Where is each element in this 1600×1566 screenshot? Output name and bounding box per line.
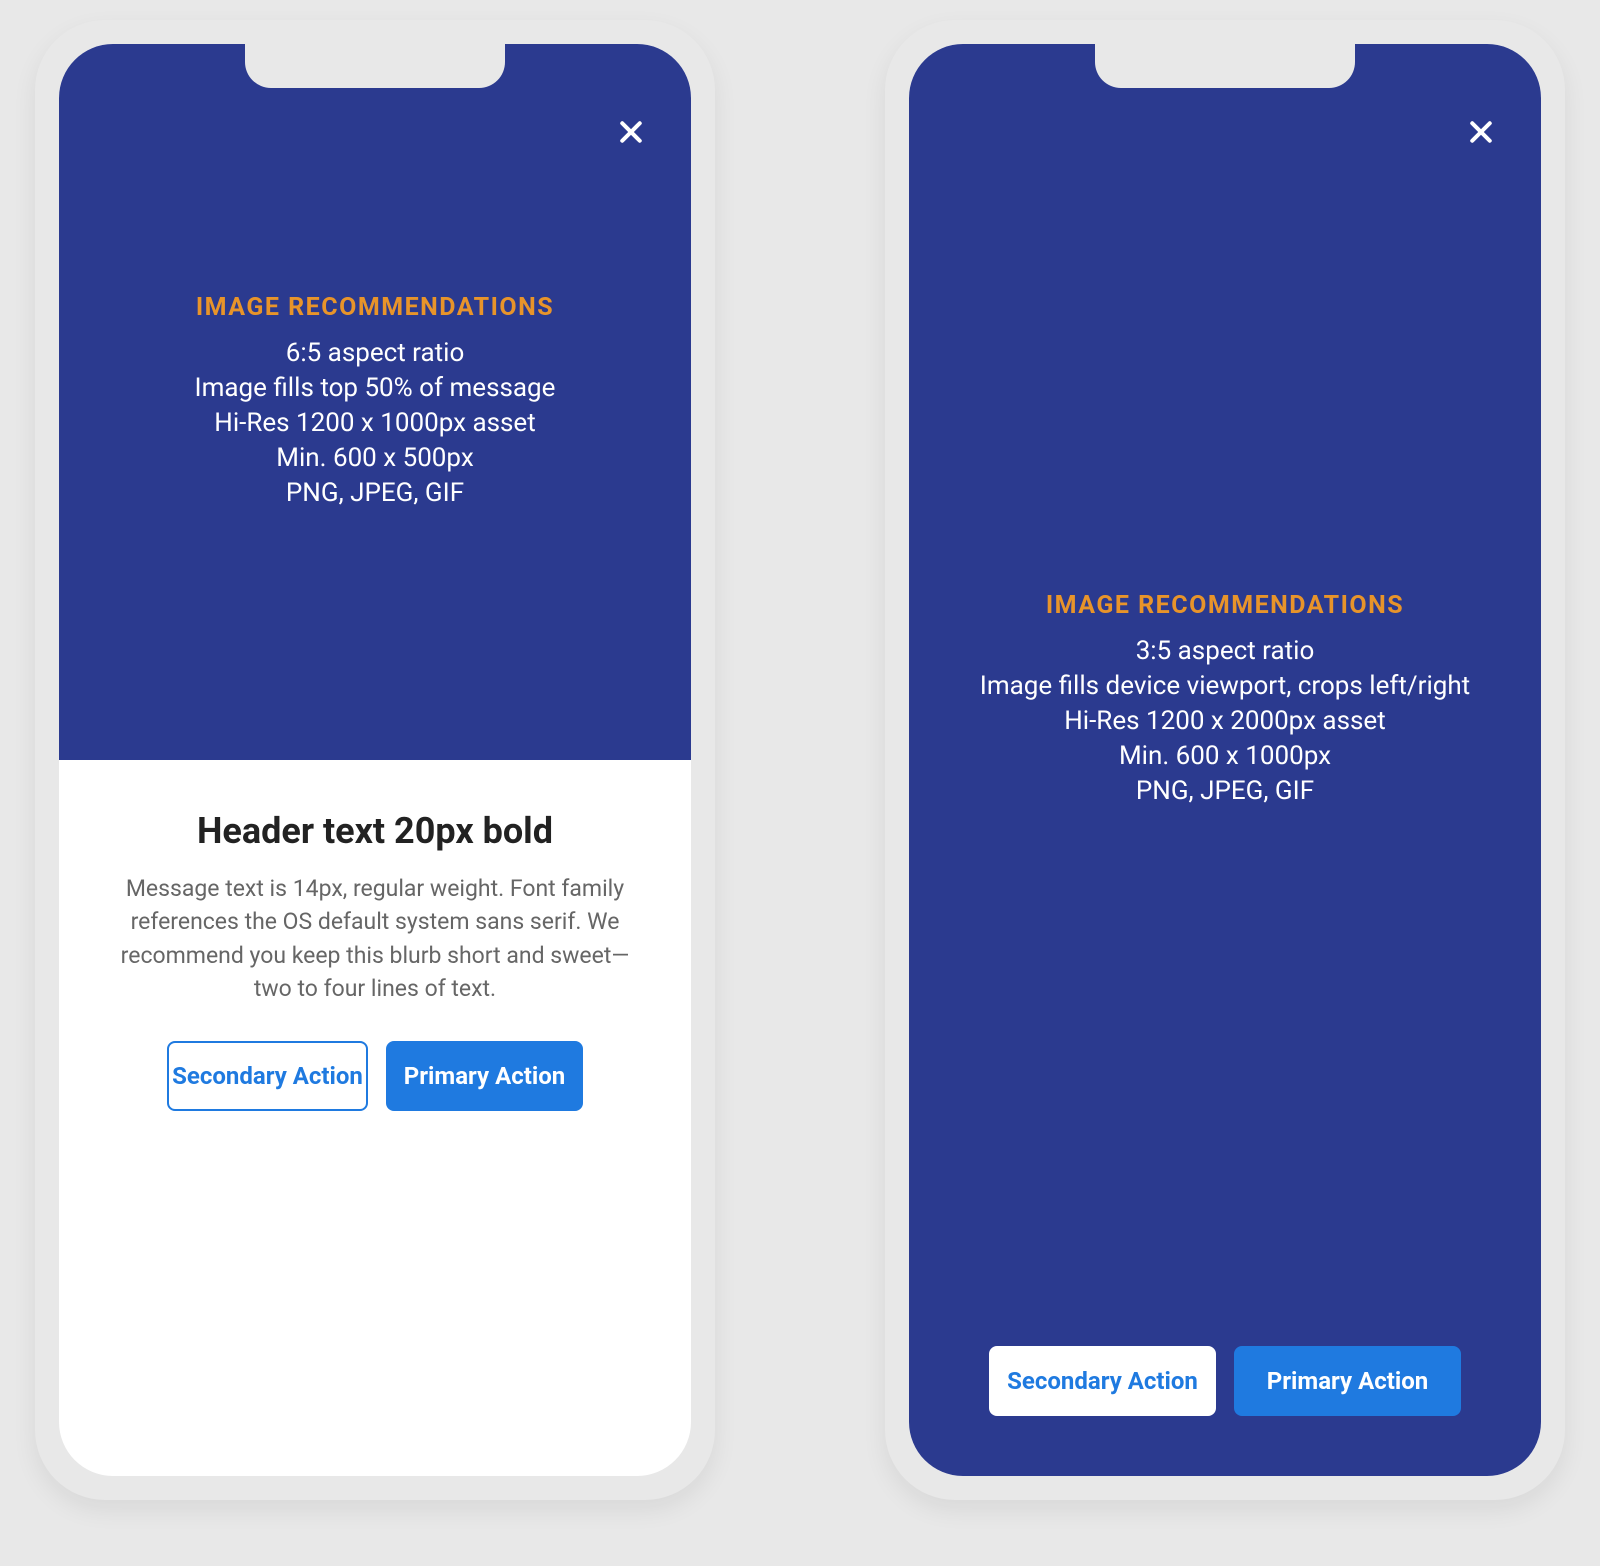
recommendation-line: Image fills top 50% of message (195, 371, 556, 406)
button-row: Secondary Action Primary Action (909, 1346, 1541, 1416)
fullscreen-image-area: IMAGE RECOMMENDATIONS 3:5 aspect ratio I… (909, 44, 1541, 1476)
recommendation-line: PNG, JPEG, GIF (286, 476, 464, 511)
recommendation-line: 6:5 aspect ratio (286, 336, 465, 371)
phone-screen-left: IMAGE RECOMMENDATIONS 6:5 aspect ratio I… (59, 44, 691, 1476)
phone-mockup-right: IMAGE RECOMMENDATIONS 3:5 aspect ratio I… (885, 20, 1565, 1500)
secondary-action-button[interactable]: Secondary Action (167, 1041, 368, 1111)
button-label: Primary Action (1267, 1367, 1428, 1395)
device-notch (245, 44, 505, 88)
phone-screen-right: IMAGE RECOMMENDATIONS 3:5 aspect ratio I… (909, 44, 1541, 1476)
image-placeholder-area: IMAGE RECOMMENDATIONS 6:5 aspect ratio I… (59, 44, 691, 760)
primary-action-button[interactable]: Primary Action (386, 1041, 583, 1111)
recommendation-line: Min. 600 x 1000px (980, 739, 1470, 774)
primary-action-button[interactable]: Primary Action (1234, 1346, 1461, 1416)
recommendation-line: 3:5 aspect ratio (980, 634, 1470, 669)
close-icon (1466, 117, 1496, 151)
phone-mockup-left: IMAGE RECOMMENDATIONS 6:5 aspect ratio I… (35, 20, 715, 1500)
recommendation-line: Hi-Res 1200 x 1000px asset (214, 406, 535, 441)
close-button[interactable] (1461, 114, 1501, 154)
message-content-area: Header text 20px bold Message text is 14… (59, 760, 691, 1111)
secondary-action-button[interactable]: Secondary Action (989, 1346, 1216, 1416)
recommendation-line: PNG, JPEG, GIF (980, 774, 1470, 809)
recommendation-line: Hi-Res 1200 x 2000px asset (980, 704, 1470, 739)
button-label: Secondary Action (1007, 1367, 1198, 1395)
recommendation-line: Min. 600 x 500px (276, 441, 473, 476)
close-icon (616, 117, 646, 151)
button-row: Secondary Action Primary Action (119, 1041, 631, 1111)
button-label: Secondary Action (172, 1062, 363, 1090)
close-button[interactable] (611, 114, 651, 154)
message-body: Message text is 14px, regular weight. Fo… (119, 872, 631, 1005)
recommendations-title: IMAGE RECOMMENDATIONS (980, 591, 1470, 620)
button-label: Primary Action (404, 1062, 565, 1090)
recommendations-title: IMAGE RECOMMENDATIONS (196, 293, 554, 322)
recommendation-line: Image fills device viewport, crops left/… (980, 669, 1470, 704)
message-header: Header text 20px bold (119, 810, 631, 852)
device-notch (1095, 44, 1355, 88)
